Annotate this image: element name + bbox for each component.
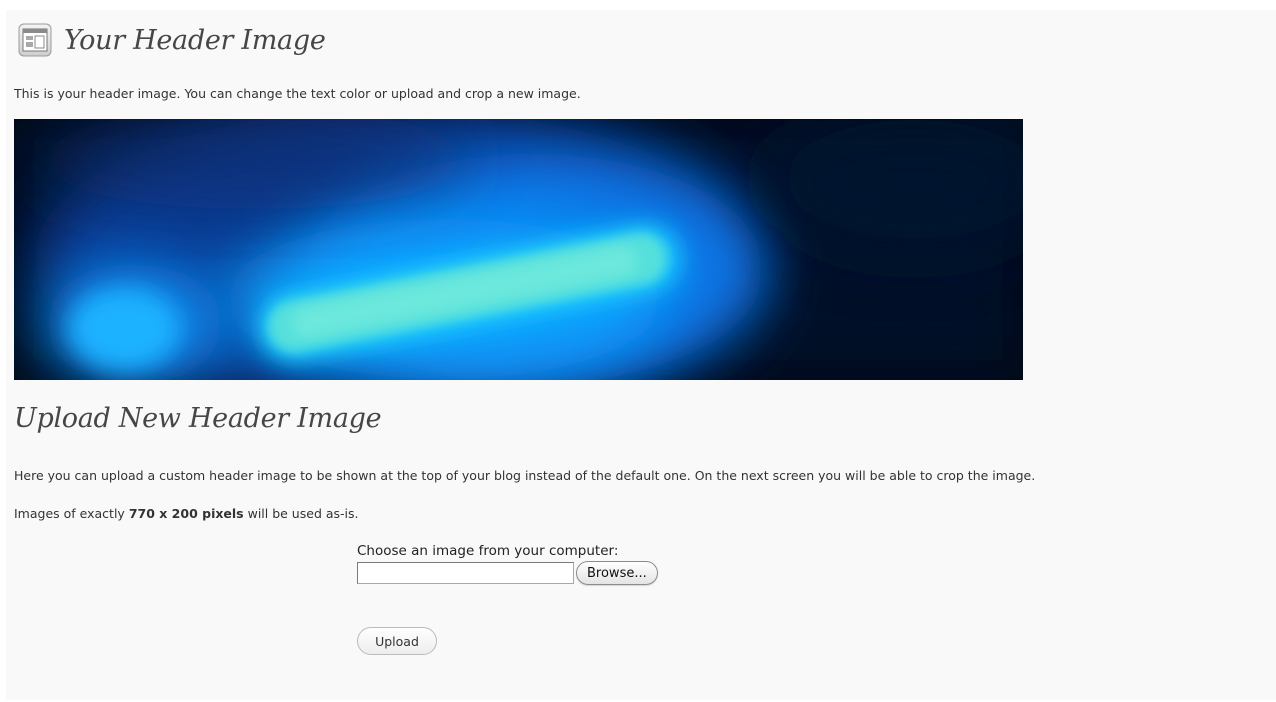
upload-description: Here you can upload a custom header imag… [14,468,1036,483]
choose-image-label: Choose an image from your computer: [357,543,619,559]
page-title: Your Header Image [64,24,326,56]
size-note-suffix: will be used as-is. [243,506,359,521]
upload-button[interactable]: Upload [357,627,437,655]
size-note: Images of exactly 770 x 200 pixels will … [14,506,359,521]
appearance-icon [18,23,52,57]
custom-header-page: Your Header Image This is your header im… [6,10,1276,700]
header-intro-text: This is your header image. You can chang… [14,86,581,101]
file-picker: Browse... [357,561,658,585]
browse-button[interactable]: Browse... [576,561,658,585]
size-note-dimensions: 770 x 200 pixels [128,506,244,521]
size-note-prefix: Images of exactly [14,506,129,521]
file-path-input[interactable] [357,562,574,584]
header-title-row: Your Header Image [18,22,326,58]
upload-form: Choose an image from your computer: Brow… [357,543,658,585]
current-header-image [14,119,1023,380]
upload-section-title: Upload New Header Image [14,403,382,434]
